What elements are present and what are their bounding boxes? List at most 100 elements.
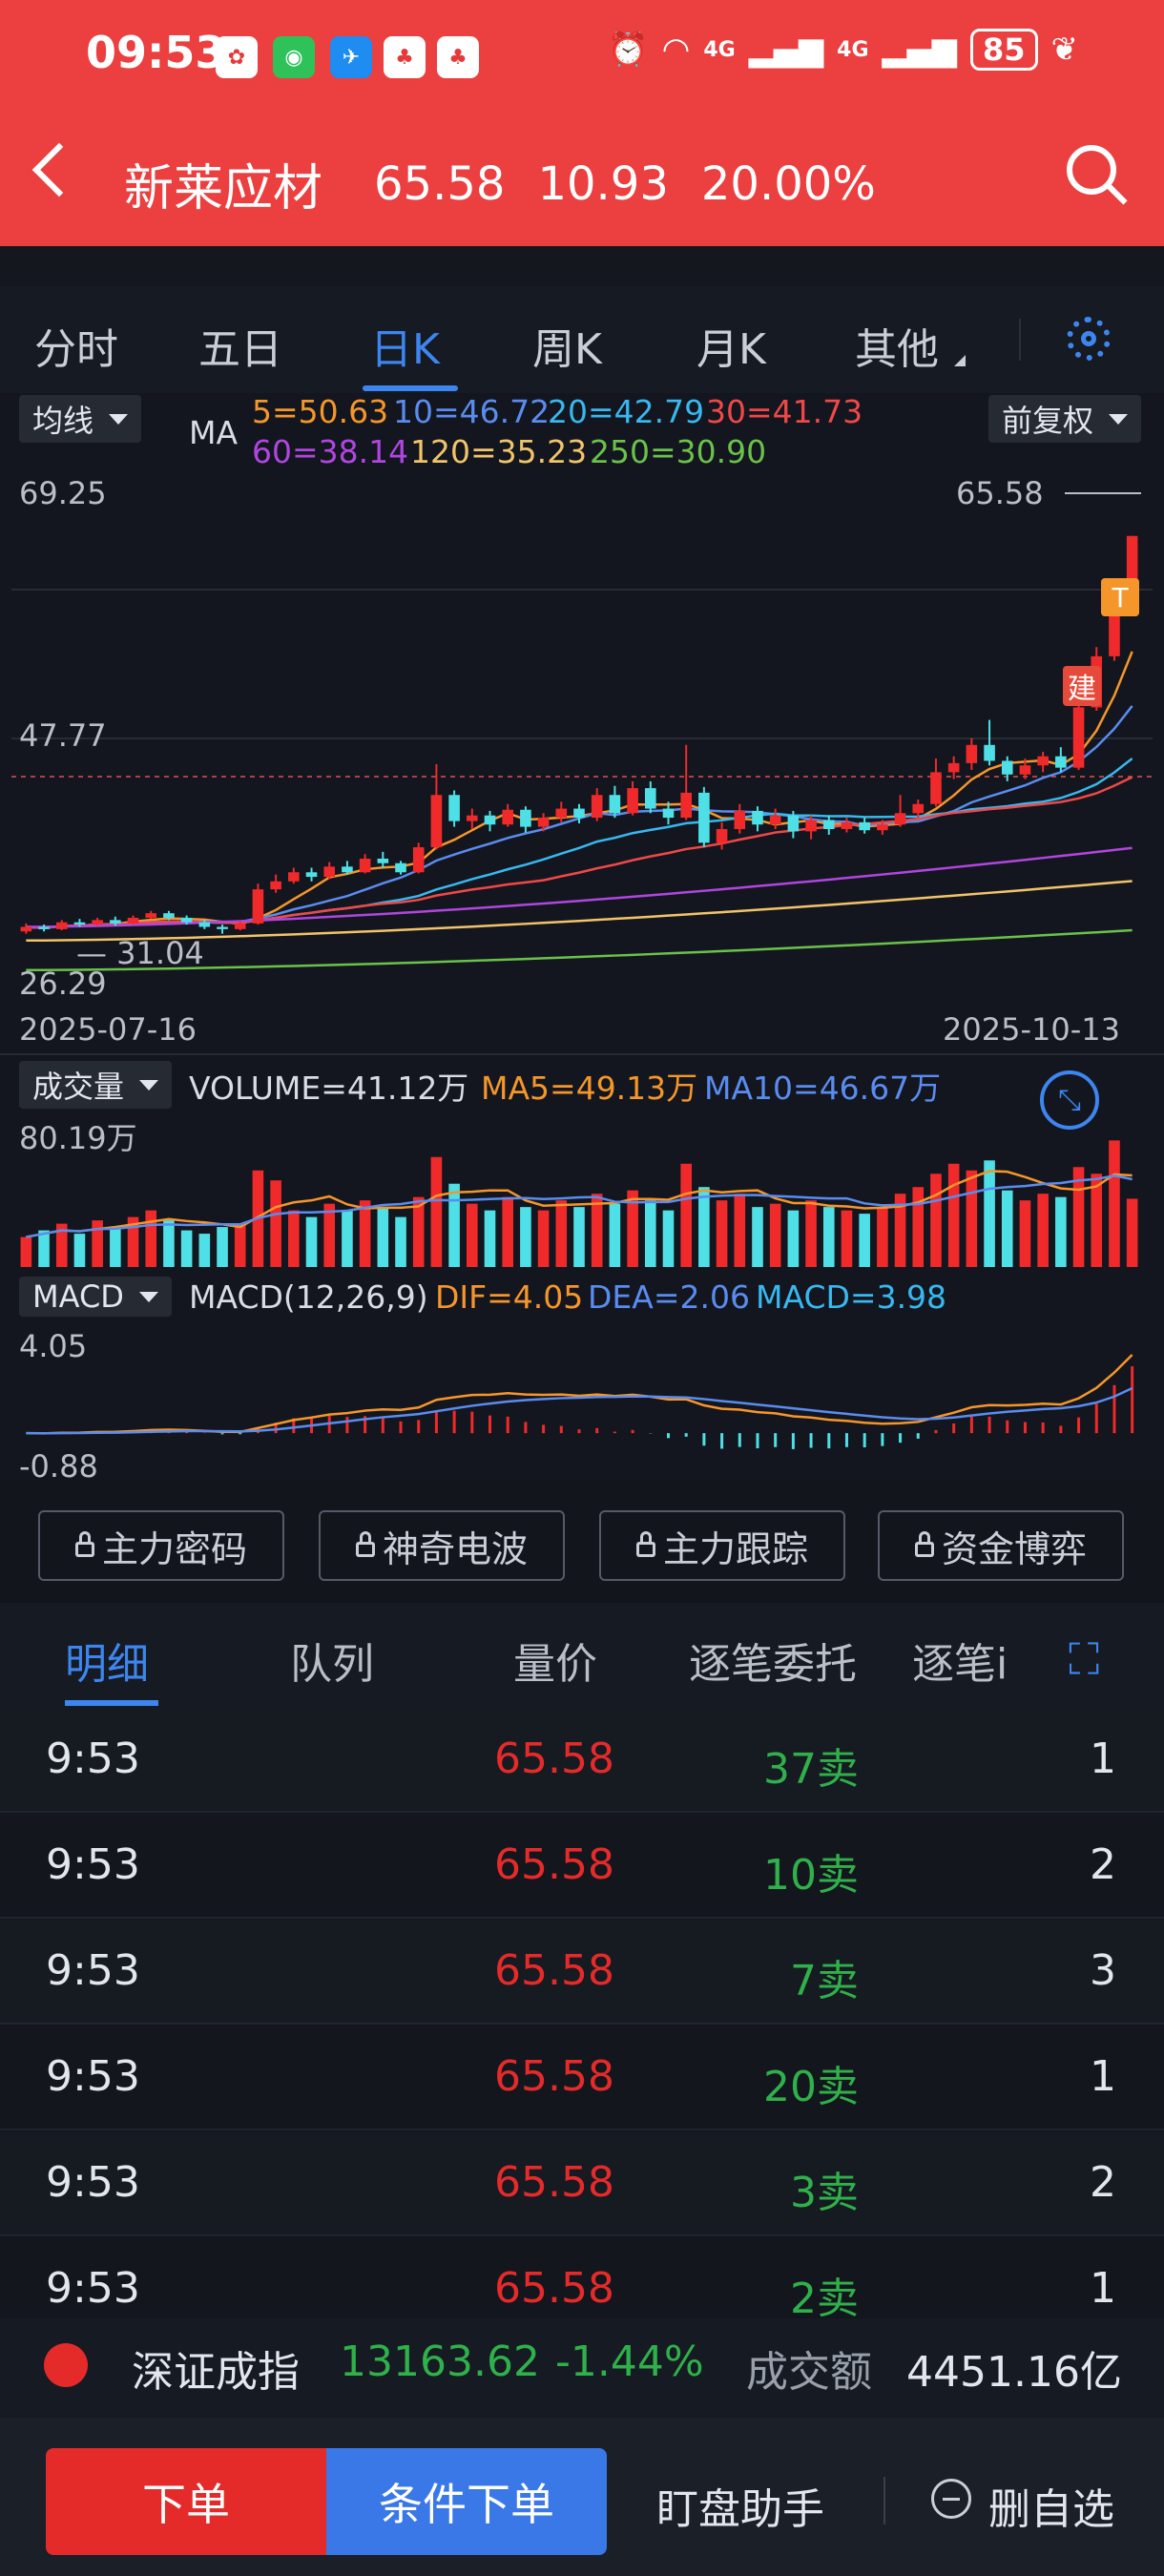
remove-watch-icon[interactable] (931, 2479, 971, 2519)
date-end: 2025-10-13 (943, 1011, 1120, 1048)
high-price-marker: 65.58 (956, 475, 1044, 511)
szse-logo-icon (44, 2343, 88, 2387)
candle-body (448, 795, 460, 821)
fullscreen-icon[interactable]: ⛶ (1069, 1633, 1099, 1687)
panel-divider (0, 1053, 1164, 1055)
tab-order-by-order[interactable]: 逐笔委托 (689, 1630, 857, 1691)
tool-label: 资金博弈 (941, 1527, 1087, 1570)
candle-body (180, 917, 193, 923)
candle-body (163, 913, 175, 918)
order-button[interactable]: 下单 (46, 2448, 326, 2555)
volume-bar (698, 1187, 710, 1267)
volume-chart[interactable] (0, 1107, 1164, 1269)
volume-bar (145, 1210, 157, 1267)
tool-main-password[interactable]: 主力密码 (38, 1510, 284, 1581)
candle-body (662, 808, 675, 819)
table-row[interactable]: 9:53 65.58 37卖 1 (0, 1708, 1164, 1813)
y-axis-top: 69.25 (19, 475, 107, 511)
t-tag-badge[interactable]: T (1101, 578, 1139, 616)
tab-fenshi[interactable]: 分时 (34, 315, 118, 376)
candle-body (520, 809, 531, 827)
chevron-down-icon (138, 1291, 158, 1302)
stock-change-pct: 20.00% (700, 156, 876, 211)
tool-fund-game[interactable]: 资金博弈 (878, 1510, 1124, 1581)
volume-bar (1126, 1198, 1138, 1267)
ma60-value: 60=38.14 (252, 433, 409, 470)
turnover-label: 成交额 (746, 2348, 872, 2397)
table-row[interactable]: 9:53 65.58 3卖 2 (0, 2131, 1164, 2236)
kline-chart[interactable] (0, 467, 1164, 1002)
high-price-value: 65.58 (956, 475, 1044, 511)
tool-magic-wave[interactable]: 神奇电波 (319, 1510, 565, 1581)
volume-bar (769, 1203, 781, 1267)
ma10-value: 10=46.72 (393, 393, 551, 430)
volume-bar (198, 1234, 211, 1267)
y-axis-mid: 47.77 (19, 717, 107, 754)
tab-volume-price[interactable]: 量价 (513, 1630, 597, 1691)
volume-bar (680, 1163, 692, 1267)
tool-main-tracking[interactable]: 主力跟踪 (599, 1510, 845, 1581)
volume-bar (305, 1216, 318, 1267)
volume-bar (520, 1207, 531, 1267)
huawei-app-icon: ✿ (216, 36, 258, 78)
volume-bar (752, 1207, 763, 1267)
volume-ma10: MA10=46.67万 (704, 1070, 942, 1107)
stock-price: 65.58 (374, 156, 506, 211)
volume-bar (377, 1207, 389, 1267)
volume-bar (609, 1203, 621, 1267)
remove-watch-button[interactable]: 删自选 (988, 2475, 1114, 2536)
volume-indicator-dropdown[interactable]: 成交量 (19, 1061, 173, 1109)
table-row[interactable]: 9:53 65.58 20卖 1 (0, 2025, 1164, 2130)
volume-bar (502, 1196, 514, 1267)
settings-gear-icon[interactable] (1067, 317, 1111, 361)
watch-assistant-button[interactable]: 盯盘助手 (656, 2475, 824, 2536)
candle-body (467, 815, 478, 821)
volume-bar (537, 1210, 550, 1267)
candle-body (395, 862, 406, 873)
candle-body (680, 792, 692, 819)
build-tag-badge[interactable]: 建 (1063, 666, 1101, 706)
adjust-dropdown[interactable]: 前复权 (988, 395, 1142, 443)
candle-body (145, 913, 157, 918)
volume-bar (467, 1203, 478, 1267)
trade-time: 9:53 (46, 2158, 140, 2207)
candle-body (555, 808, 568, 819)
macd-indicator-dropdown[interactable]: MACD (19, 1277, 172, 1317)
search-icon[interactable] (1067, 145, 1116, 195)
candle-body (323, 866, 336, 878)
candle-body (716, 828, 728, 843)
tab-detail[interactable]: 明细 (65, 1630, 149, 1691)
candle-body (930, 772, 942, 804)
candle-body (1072, 707, 1085, 768)
volume-bar (984, 1160, 995, 1267)
tab-monthly-k[interactable]: 月K (696, 315, 766, 376)
candle-body (305, 872, 318, 878)
tab-five-day[interactable]: 五日 (198, 315, 282, 376)
tab-tick-by-tick[interactable]: 逐笔i (912, 1630, 1025, 1691)
candle-body (359, 858, 371, 873)
candle-body (127, 917, 139, 924)
battery-level: 85 (969, 29, 1038, 71)
tab-other[interactable]: 其他 (855, 315, 939, 376)
conditional-order-button[interactable]: 条件下单 (326, 2448, 607, 2555)
table-row[interactable]: 9:53 65.58 10卖 2 (0, 1814, 1164, 1919)
volume-bar (270, 1180, 281, 1267)
candle-body (73, 922, 86, 925)
signal-2-icon: ▂▄▆ (882, 31, 957, 69)
candle-body (609, 795, 621, 814)
index-value: 13163.62 (340, 2337, 540, 2386)
ma-indicator-dropdown[interactable]: 均线 (19, 395, 142, 443)
high-price-line (1065, 492, 1141, 494)
table-row[interactable]: 9:53 65.58 7卖 3 (0, 1920, 1164, 2025)
candle-body (377, 858, 389, 863)
signal-2-label: 4G (837, 37, 869, 62)
ma30-value: 30=41.73 (706, 393, 863, 430)
ma20-value: 20=42.79 (548, 393, 705, 430)
ma120-value: 120=35.23 (410, 433, 588, 470)
macd-chart[interactable] (0, 1317, 1164, 1488)
tab-queue[interactable]: 队列 (290, 1630, 374, 1691)
tab-weekly-k[interactable]: 周K (532, 315, 602, 376)
trade-price: 65.58 (494, 2158, 614, 2207)
tab-daily-k[interactable]: 日K (370, 315, 440, 376)
candle-body (110, 920, 121, 924)
